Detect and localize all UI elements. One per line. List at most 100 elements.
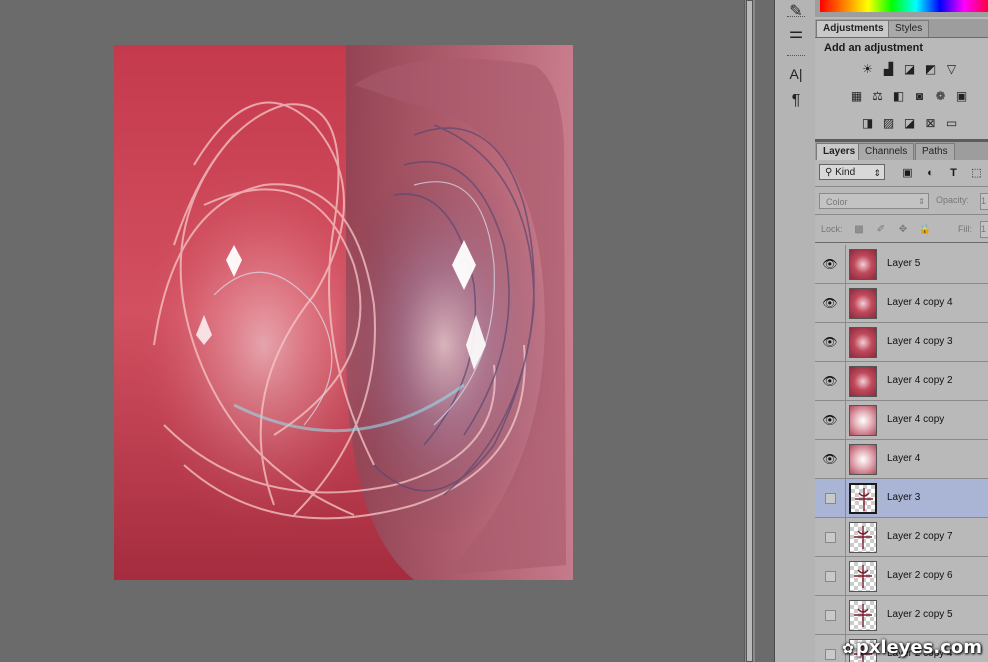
layer-thumbnail[interactable] (849, 561, 877, 592)
tab-paths[interactable]: Paths (915, 143, 955, 160)
blend-mode-row: Color ⇕ Opacity: 1 (815, 188, 988, 215)
color-spectrum[interactable] (820, 0, 988, 12)
color-lookup-icon[interactable]: ▣ (953, 87, 970, 104)
layer-thumbnail[interactable] (849, 600, 877, 631)
watermark: ✿ pxleyes.com (842, 637, 982, 658)
visibility-toggle[interactable]: 👁 (815, 323, 846, 361)
lock-paint-icon[interactable]: ✐ (874, 222, 888, 236)
tab-styles[interactable]: Styles (888, 20, 930, 37)
layer-name[interactable]: Layer 4 copy 2 (887, 375, 953, 386)
panel-gap (755, 0, 774, 662)
layer-row[interactable]: 👁 Layer 4 copy 2 (815, 362, 988, 401)
scrollbar-thumb[interactable] (746, 0, 753, 662)
layer-thumbnail[interactable] (849, 522, 877, 553)
black-white-icon[interactable]: ◧ (890, 87, 907, 104)
layer-name[interactable]: Layer 4 copy (887, 414, 944, 425)
brush-settings-icon[interactable]: ⚌ (783, 22, 809, 44)
channel-mixer-icon[interactable]: ❁ (932, 87, 949, 104)
eye-icon: 👁 (822, 296, 838, 310)
adjustment-icons-row-1: ☀ ▟ ◪ ◩ ▽ (859, 60, 960, 77)
canvas-vertical-scrollbar[interactable] (744, 0, 755, 662)
layers-list: 👁 Layer 5 👁 Layer 4 copy 4 👁 Layer 4 copy 3 👁 L… (815, 245, 988, 662)
eye-icon: 👁 (822, 413, 838, 427)
levels-icon[interactable]: ▟ (880, 60, 897, 77)
vibrance-icon[interactable]: ▽ (943, 60, 960, 77)
threshold-icon[interactable]: ◪ (901, 114, 918, 131)
color-balance-icon[interactable]: ⚖ (869, 87, 886, 104)
opacity-label: Opacity: (936, 195, 970, 205)
posterize-icon[interactable]: ▨ (880, 114, 897, 131)
layer-name[interactable]: Layer 4 copy 4 (887, 297, 953, 308)
layer-thumbnail[interactable] (849, 405, 877, 436)
lock-move-icon[interactable]: ✥ (896, 222, 910, 236)
selective-color-icon[interactable]: ⊠ (922, 114, 939, 131)
visibility-toggle[interactable] (815, 518, 846, 556)
visibility-toggle[interactable]: 👁 (815, 440, 846, 478)
tab-channels[interactable]: Channels (858, 143, 915, 160)
document-canvas-area[interactable] (0, 0, 744, 662)
panel-grip[interactable] (787, 55, 805, 59)
layer-name[interactable]: Layer 4 (887, 453, 920, 464)
visibility-toggle[interactable]: 👁 (815, 401, 846, 439)
hue-saturation-icon[interactable]: ▦ (848, 87, 865, 104)
layer-thumbnail[interactable] (849, 327, 877, 358)
layer-row[interactable]: 👁 Layer 4 copy 4 (815, 284, 988, 323)
visibility-toggle[interactable]: 👁 (815, 362, 846, 400)
color-swatch-strip[interactable] (815, 0, 988, 17)
document-artwork[interactable] (114, 45, 573, 580)
layer-thumbnail[interactable] (849, 483, 877, 514)
updown-arrow-icon: ⇕ (918, 197, 925, 206)
layer-name[interactable]: Layer 4 copy 3 (887, 336, 953, 347)
adjustment-icons-row-3: ◨ ▨ ◪ ⊠ ▭ (859, 114, 960, 131)
filter-pixel-icon[interactable]: ▣ (900, 165, 915, 180)
visibility-toggle[interactable]: 👁 (815, 245, 846, 283)
layer-row[interactable]: Layer 2 copy 7 (815, 518, 988, 557)
add-adjustment-heading: Add an adjustment (824, 42, 924, 54)
fill-field[interactable]: 1 (980, 221, 988, 238)
layer-row[interactable]: 👁 Layer 4 copy (815, 401, 988, 440)
filter-adjustment-icon[interactable]: ◐ (923, 165, 938, 180)
brightness-icon[interactable]: ☀ (859, 60, 876, 77)
layer-row[interactable]: Layer 3 (815, 479, 988, 518)
tab-layers[interactable]: Layers (816, 143, 863, 160)
character-icon[interactable]: A| (783, 63, 809, 85)
layer-row[interactable]: 👁 Layer 5 (815, 245, 988, 284)
visibility-toggle[interactable] (815, 596, 846, 634)
invert-icon[interactable]: ◨ (859, 114, 876, 131)
lock-all-icon[interactable]: 🔒 (918, 222, 932, 236)
panel-grip[interactable] (787, 16, 805, 20)
eye-icon: 👁 (822, 335, 838, 349)
photo-filter-icon[interactable]: ◙ (911, 87, 928, 104)
layer-thumbnail[interactable] (849, 249, 877, 280)
filter-shape-icon[interactable]: ⬚ (969, 165, 984, 180)
layer-name[interactable]: Layer 5 (887, 258, 920, 269)
paragraph-icon[interactable]: ¶ (783, 90, 809, 112)
filter-type-icon[interactable]: T (946, 165, 961, 180)
pxleyes-logo-icon: ✿ (842, 641, 854, 657)
gradient-map-icon[interactable]: ▭ (943, 114, 960, 131)
layer-name[interactable]: Layer 2 copy 6 (887, 570, 953, 581)
layer-name[interactable]: Layer 3 (887, 492, 920, 503)
layer-row[interactable]: Layer 2 copy 5 (815, 596, 988, 635)
blend-mode-select[interactable]: Color ⇕ (819, 193, 929, 209)
layer-thumbnail[interactable] (849, 444, 877, 475)
layer-name[interactable]: Layer 2 copy 7 (887, 531, 953, 542)
visibility-toggle[interactable] (815, 479, 846, 517)
layer-row[interactable]: Layer 2 copy 6 (815, 557, 988, 596)
lock-transparent-icon[interactable]: ▩ (852, 222, 866, 236)
layer-thumbnail[interactable] (849, 366, 877, 397)
collapsed-panels-column: ✎ ⚌ A| ¶ (774, 0, 817, 662)
exposure-icon[interactable]: ◩ (922, 60, 939, 77)
visibility-toggle[interactable]: 👁 (815, 284, 846, 322)
filter-kind-select[interactable]: ⚲ Kind ⇕ (819, 164, 885, 180)
opacity-field[interactable]: 1 (980, 193, 988, 210)
visibility-toggle[interactable] (815, 557, 846, 595)
hidden-checkbox (824, 492, 836, 504)
layer-thumbnail[interactable] (849, 288, 877, 319)
tab-adjustments[interactable]: Adjustments (816, 20, 891, 37)
layer-row[interactable]: 👁 Layer 4 copy 3 (815, 323, 988, 362)
layer-row[interactable]: 👁 Layer 4 (815, 440, 988, 479)
layer-name[interactable]: Layer 2 copy 5 (887, 609, 953, 620)
curves-icon[interactable]: ◪ (901, 60, 918, 77)
eye-icon: 👁 (822, 374, 838, 388)
